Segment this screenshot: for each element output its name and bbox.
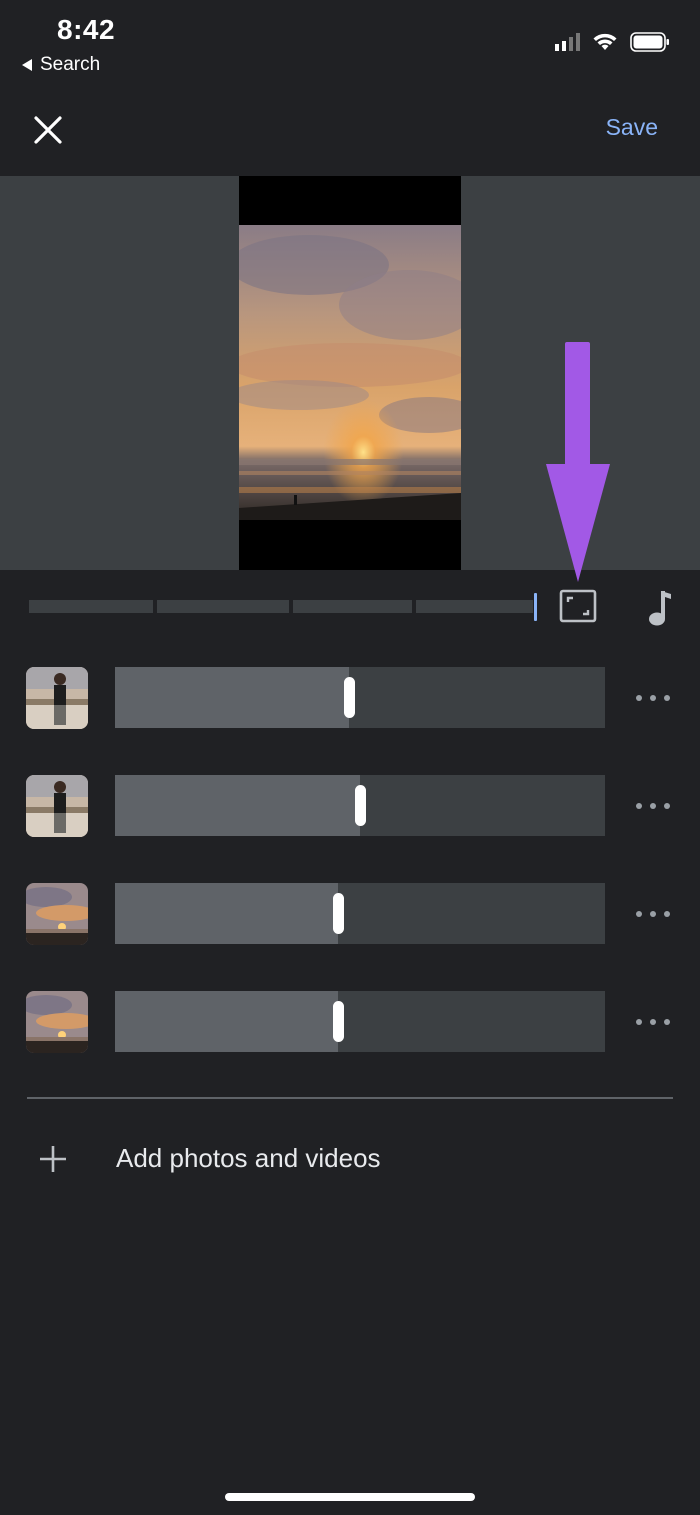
video-frame[interactable] <box>239 176 461 570</box>
clip-trim-handle[interactable] <box>343 677 355 718</box>
clip-trim-bar[interactable] <box>115 775 605 836</box>
clip-row <box>0 775 700 837</box>
more-options-icon[interactable] <box>636 907 670 921</box>
editor-top-bar: Save <box>0 88 700 176</box>
more-options-icon[interactable] <box>636 1015 670 1029</box>
more-options-icon[interactable] <box>636 799 670 813</box>
add-photos-videos-button[interactable]: Add photos and videos <box>0 1128 700 1188</box>
clip-trim-fill <box>115 883 338 944</box>
back-arrow-icon <box>22 59 32 71</box>
clip-row <box>0 883 700 945</box>
video-preview <box>0 176 700 570</box>
clip-trim-handle[interactable] <box>332 893 344 934</box>
clip-trim-handle[interactable] <box>332 1001 344 1042</box>
close-icon[interactable] <box>30 112 66 148</box>
status-time: 8:42 <box>57 14 116 45</box>
add-photos-videos-label: Add photos and videos <box>116 1143 381 1173</box>
clip-row <box>0 991 700 1053</box>
clip-trim-handle[interactable] <box>355 785 366 826</box>
timeline-segment <box>416 600 533 613</box>
back-to-search-link[interactable]: Search <box>22 54 100 76</box>
plus-icon <box>40 1146 66 1172</box>
home-indicator <box>225 1493 475 1501</box>
divider <box>27 1097 673 1099</box>
clip-thumbnail[interactable] <box>26 883 88 945</box>
clip-trim-bar[interactable] <box>115 667 605 728</box>
timeline-bar[interactable] <box>0 584 700 634</box>
save-button[interactable]: Save <box>606 114 658 141</box>
clip-thumbnail[interactable] <box>26 775 88 837</box>
more-options-icon[interactable] <box>636 691 670 705</box>
timeline-segment <box>29 600 153 613</box>
clip-thumbnail[interactable] <box>26 991 88 1053</box>
status-icons <box>555 32 670 52</box>
timeline-playhead[interactable] <box>534 593 537 621</box>
cellular-signal-icon <box>555 33 580 51</box>
music-note-icon[interactable] <box>644 588 674 628</box>
clip-thumbnail[interactable] <box>26 667 88 729</box>
wifi-icon <box>593 33 617 50</box>
clip-trim-fill <box>115 667 349 728</box>
clip-trim-fill <box>115 775 360 836</box>
timeline-segment <box>293 600 412 613</box>
status-bar: 8:42 Search <box>0 0 700 88</box>
back-to-search-label: Search <box>40 54 101 75</box>
timeline-segment <box>157 600 289 613</box>
sunset-video-image <box>239 225 461 520</box>
aspect-ratio-icon[interactable] <box>559 589 597 623</box>
clip-row <box>0 667 700 729</box>
clip-trim-fill <box>115 991 338 1052</box>
clip-trim-bar[interactable] <box>115 991 605 1052</box>
clip-trim-bar[interactable] <box>115 883 605 944</box>
battery-icon <box>630 32 669 52</box>
